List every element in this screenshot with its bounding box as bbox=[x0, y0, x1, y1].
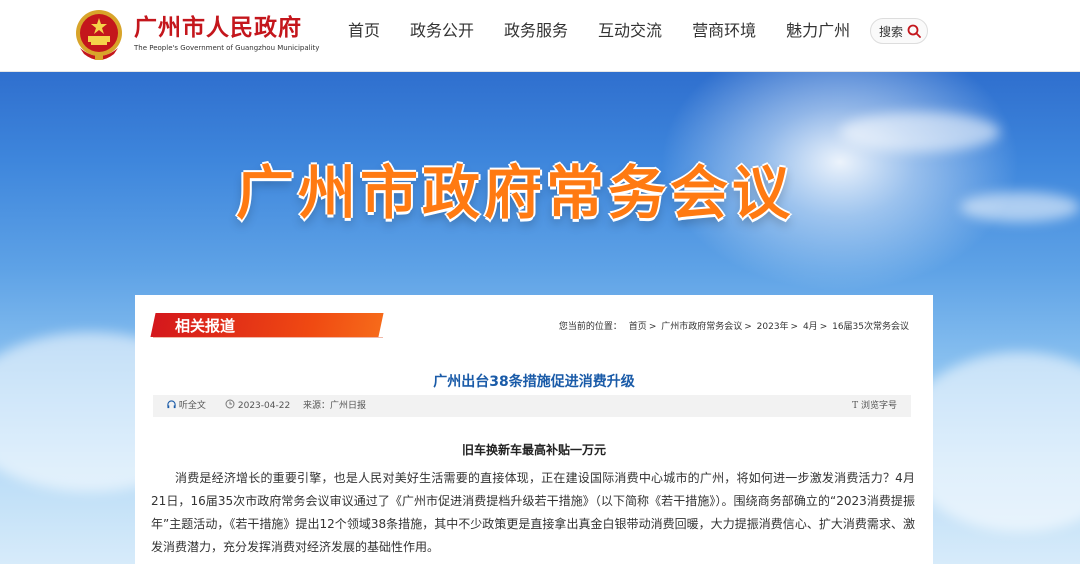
listen-label: 听全文 bbox=[178, 401, 206, 411]
nav-item-interaction[interactable]: 互动交流 bbox=[598, 20, 662, 42]
listen-button[interactable]: 听全文 bbox=[167, 395, 206, 417]
date-text: 2023-04-22 bbox=[237, 401, 291, 411]
breadcrumb-item[interactable]: 首页 bbox=[629, 322, 647, 332]
breadcrumb-item[interactable]: 广州市政府常务会议 bbox=[661, 322, 742, 332]
breadcrumb: 您当前的位置： 首页 > 广州市政府常务会议 > 2023年 > 4月 > 16届35次… bbox=[558, 322, 909, 332]
font-size-control[interactable]: T 浏览字号 bbox=[852, 395, 897, 417]
article-source: 来源：广州日报 bbox=[303, 401, 367, 411]
breadcrumb-prefix: 您当前的位置： bbox=[558, 322, 622, 332]
article-card: 相关报道 您当前的位置： 首页 > 广州市政府常务会议 > 2023年 > 4月 > 1… bbox=[135, 295, 933, 564]
article-subhead: 旧车换新车最高补贴一万元 bbox=[461, 443, 606, 457]
section-underline bbox=[153, 337, 383, 338]
breadcrumb-item[interactable]: 2023年 bbox=[757, 322, 789, 332]
nav-item-home[interactable]: 首页 bbox=[348, 20, 380, 42]
site-name-en: The People's Government of Guangzhou Mun… bbox=[134, 44, 320, 52]
breadcrumb-item[interactable]: 16届35次常务会议 bbox=[832, 322, 909, 332]
nav-item-business-env[interactable]: 营商环境 bbox=[692, 20, 756, 42]
article-paragraph: 消费是经济增长的重要引擎，也是人民对美好生活需要的直接体现，正在建设国际消费中心… bbox=[151, 471, 915, 554]
site-header: 广州市人民政府 The People's Government of Guang… bbox=[0, 0, 1080, 72]
search-icon bbox=[907, 24, 921, 38]
section-tag: 相关报道 bbox=[175, 317, 236, 335]
site-logo[interactable]: 广州市人民政府 The People's Government of Guang… bbox=[74, 8, 319, 62]
article-title: 广州出台38条措施促进消费升级 bbox=[433, 374, 635, 390]
nav-item-charm-guangzhou[interactable]: 魅力广州 bbox=[786, 20, 850, 42]
publish-date: 2023-04-22 bbox=[225, 395, 290, 417]
font-size-label: 浏览字号 bbox=[860, 401, 897, 411]
main-nav: 首页 政务公开 政务服务 互动交流 营商环境 魅力广州 bbox=[348, 20, 880, 42]
headphone-icon bbox=[167, 400, 176, 409]
search-button[interactable]: 搜索 bbox=[870, 18, 928, 44]
site-name-cn: 广州市人民政府 bbox=[134, 15, 302, 41]
nav-item-gov-affairs-open[interactable]: 政务公开 bbox=[410, 20, 474, 42]
national-emblem-icon bbox=[76, 10, 122, 60]
article-meta-bar: 听全文 2023-04-22 来源：广州日报 T 浏览字号 bbox=[153, 395, 911, 417]
search-label: 搜索 bbox=[879, 24, 904, 39]
text-size-icon: T bbox=[852, 401, 859, 411]
clock-icon bbox=[225, 399, 235, 409]
banner-title: 广州市政府常务会议 bbox=[235, 159, 794, 227]
nav-item-gov-services[interactable]: 政务服务 bbox=[504, 20, 568, 42]
breadcrumb-item[interactable]: 4月 bbox=[803, 322, 818, 332]
